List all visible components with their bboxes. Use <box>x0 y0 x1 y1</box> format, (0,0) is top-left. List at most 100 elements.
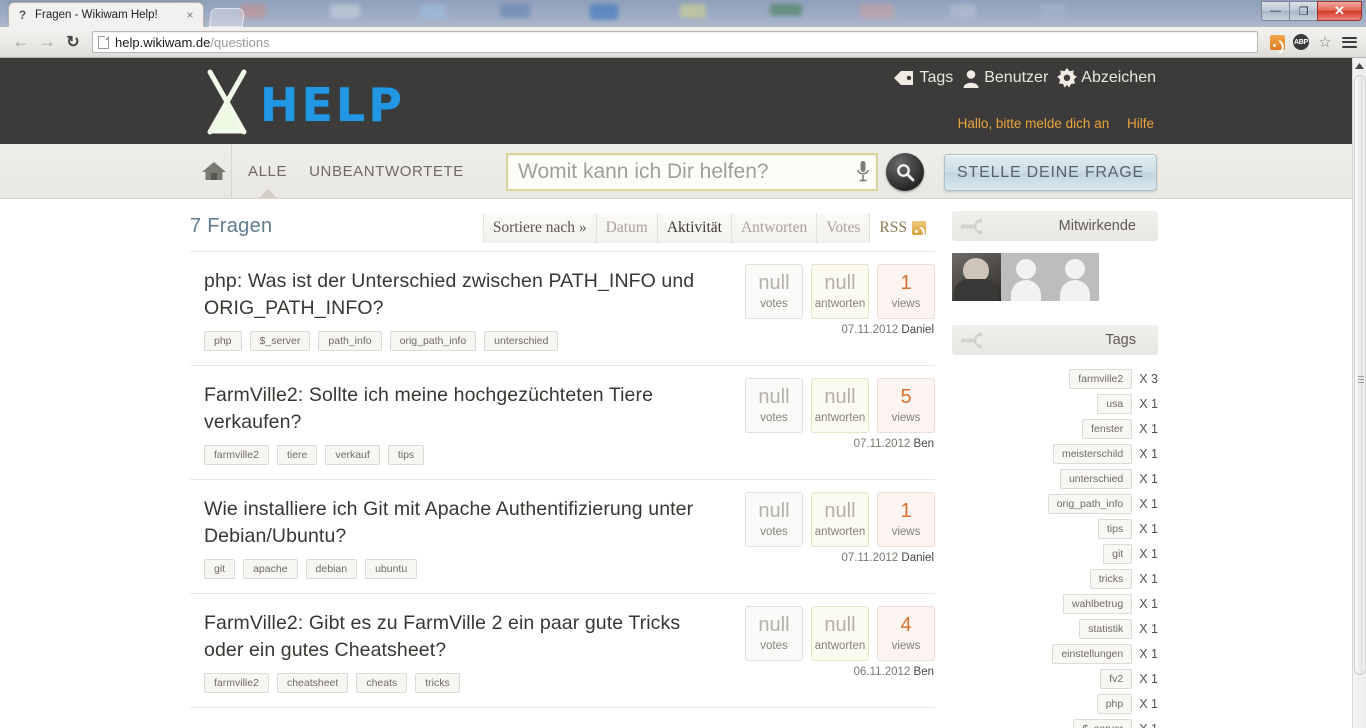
wrench-icon <box>960 218 990 239</box>
question-title[interactable]: Wie installiere ich Git mit Apache Authe… <box>204 496 719 549</box>
help-link[interactable]: Hilfe <box>1127 116 1154 131</box>
bookmark-star-icon[interactable]: ☆ <box>1316 33 1334 51</box>
question-title[interactable]: FarmVille2: Sollte ich meine hochgezücht… <box>204 382 719 435</box>
browser-navbar: ← → ↻ help.wikiwam.de /questions ABP ☆ <box>0 27 1366 58</box>
sort-option-antworten[interactable]: Antworten <box>731 213 818 243</box>
search-button[interactable] <box>886 153 924 191</box>
sidebar: Mitwirkende Tags farmville2 X 3 usa X 1 … <box>952 211 1158 728</box>
votes-count: null <box>758 272 790 294</box>
sidebar-tag[interactable]: fv2 <box>1100 669 1133 689</box>
question-tag[interactable]: farmville2 <box>204 445 269 466</box>
sidebar-tag-count: X 1 <box>1139 547 1158 561</box>
question-row[interactable]: Wie installiere ich Git mit Apache Authe… <box>190 480 935 595</box>
question-author[interactable]: Ben <box>914 666 934 678</box>
top-nav-abzeichen-label: Abzeichen <box>1081 69 1156 86</box>
question-tag[interactable]: unterschied <box>484 331 559 352</box>
question-tag[interactable]: tips <box>387 445 425 466</box>
sidebar-tag[interactable]: wahlbetrug <box>1062 594 1133 614</box>
question-tag[interactable]: cheatsheet <box>276 673 349 694</box>
sidebar-tag[interactable]: php <box>1096 694 1133 714</box>
sidebar-tag[interactable]: tricks <box>1089 569 1133 589</box>
browser-tab[interactable]: ? Fragen - Wikiwam Help! × <box>8 2 204 27</box>
avatar[interactable] <box>1001 253 1050 301</box>
microphone-icon[interactable] <box>856 160 870 184</box>
votes-count: null <box>758 386 790 409</box>
rss-icon[interactable] <box>1268 33 1286 51</box>
page-info-icon <box>98 35 109 49</box>
avatar[interactable] <box>1050 253 1099 301</box>
subnav-tab-alle[interactable]: ALLE <box>248 163 287 198</box>
search-box[interactable] <box>506 153 878 191</box>
scrollbar-thumb[interactable] <box>1354 75 1366 675</box>
sidebar-tag[interactable]: fenster <box>1082 419 1133 439</box>
site-logo[interactable]: HELP <box>198 66 405 138</box>
top-nav-tags[interactable]: Tags <box>893 69 953 87</box>
scroll-up-icon[interactable] <box>1353 58 1366 73</box>
address-bar[interactable]: help.wikiwam.de /questions <box>92 31 1258 53</box>
forward-icon[interactable]: → <box>34 29 60 55</box>
subnav-tab-unbeantwortete[interactable]: UNBEANTWORTETE <box>309 163 464 180</box>
login-link[interactable]: Hallo, bitte melde dich an <box>958 116 1110 131</box>
question-tags: php $_server path_info orig_path_info un… <box>204 331 935 352</box>
question-tag[interactable]: orig_path_info <box>389 331 477 352</box>
home-icon[interactable] <box>196 144 232 198</box>
sort-option-datum[interactable]: Datum <box>596 213 658 243</box>
sidebar-tag[interactable]: statistik <box>1079 619 1133 639</box>
sort-controls: Sortiere nach » Datum Aktivität Antworte… <box>482 213 935 243</box>
question-tag[interactable]: path_info <box>318 331 382 352</box>
adblock-plus-icon[interactable]: ABP <box>1292 33 1310 51</box>
question-tag[interactable]: cheats <box>356 673 408 694</box>
new-tab-button[interactable] <box>208 8 246 27</box>
sidebar-tag[interactable]: usa <box>1097 394 1133 414</box>
search-input[interactable] <box>516 159 856 185</box>
sort-option-votes[interactable]: Votes <box>817 213 871 243</box>
rss-link[interactable]: RSS <box>870 213 935 243</box>
sort-by-label: Sortiere nach » <box>482 213 597 243</box>
sidebar-tag[interactable]: $_server <box>1073 719 1133 728</box>
question-tag[interactable]: php <box>204 331 242 352</box>
question-title[interactable]: FarmVille2: Gibt es zu FarmVille 2 ein p… <box>204 610 719 663</box>
question-tag[interactable]: tricks <box>415 673 460 694</box>
question-tag[interactable]: ubuntu <box>365 559 418 580</box>
questions-column: 7 Fragen Sortiere nach » Datum Aktivität… <box>190 199 935 709</box>
question-author[interactable]: Ben <box>914 438 934 450</box>
avatar[interactable] <box>952 253 1001 301</box>
close-button[interactable]: ✕ <box>1317 1 1362 21</box>
sidebar-tag[interactable]: tips <box>1097 519 1133 539</box>
question-tag[interactable]: apache <box>243 559 298 580</box>
minimize-button[interactable]: — <box>1261 1 1290 21</box>
question-tag[interactable]: tiere <box>276 445 318 466</box>
chrome-menu-icon[interactable] <box>1340 33 1358 51</box>
restore-button[interactable]: ❐ <box>1289 1 1318 21</box>
top-nav-abzeichen[interactable]: Abzeichen <box>1057 68 1156 88</box>
question-author[interactable]: Daniel <box>901 552 934 564</box>
question-row[interactable]: FarmVille2: Gibt es zu FarmVille 2 ein p… <box>190 594 935 709</box>
back-icon[interactable]: ← <box>8 29 34 55</box>
question-author[interactable]: Daniel <box>901 324 934 336</box>
ask-question-button[interactable]: STELLE DEINE FRAGE <box>944 154 1157 191</box>
top-nav-benutzer[interactable]: Benutzer <box>962 69 1048 88</box>
sidebar-tag[interactable]: orig_path_info <box>1047 494 1133 514</box>
question-tag[interactable]: verkauf <box>325 445 380 466</box>
sidebar-tag[interactable]: einstellungen <box>1052 644 1133 664</box>
question-tag[interactable]: debian <box>305 559 358 580</box>
rss-label: RSS <box>879 219 907 236</box>
question-tag[interactable]: git <box>204 559 236 580</box>
question-tag[interactable]: $_server <box>249 331 311 352</box>
close-icon[interactable]: × <box>183 8 197 22</box>
reload-icon[interactable]: ↻ <box>60 29 86 55</box>
question-title[interactable]: php: Was ist der Unterschied zwischen PA… <box>204 268 719 321</box>
sidebar-tag[interactable]: unterschied <box>1059 469 1133 489</box>
page-scrollbar[interactable] <box>1352 58 1366 728</box>
questions-list: php: Was ist der Unterschied zwischen PA… <box>190 251 935 709</box>
sidebar-tag[interactable]: farmville2 <box>1069 369 1133 389</box>
sidebar-tag[interactable]: git <box>1103 544 1133 564</box>
sort-option-aktivitaet[interactable]: Aktivität <box>657 213 732 243</box>
question-row[interactable]: FarmVille2: Sollte ich meine hochgezücht… <box>190 366 935 481</box>
question-row[interactable]: php: Was ist der Unterschied zwischen PA… <box>190 251 935 367</box>
sidebar-tag[interactable]: meisterschild <box>1052 444 1133 464</box>
sidebar-tag-count: X 1 <box>1139 422 1158 436</box>
question-tag[interactable]: farmville2 <box>204 673 269 694</box>
sidebar-tag-list: farmville2 X 3 usa X 1 fenster X 1 meist… <box>952 369 1158 728</box>
votes-label: votes <box>760 412 788 425</box>
